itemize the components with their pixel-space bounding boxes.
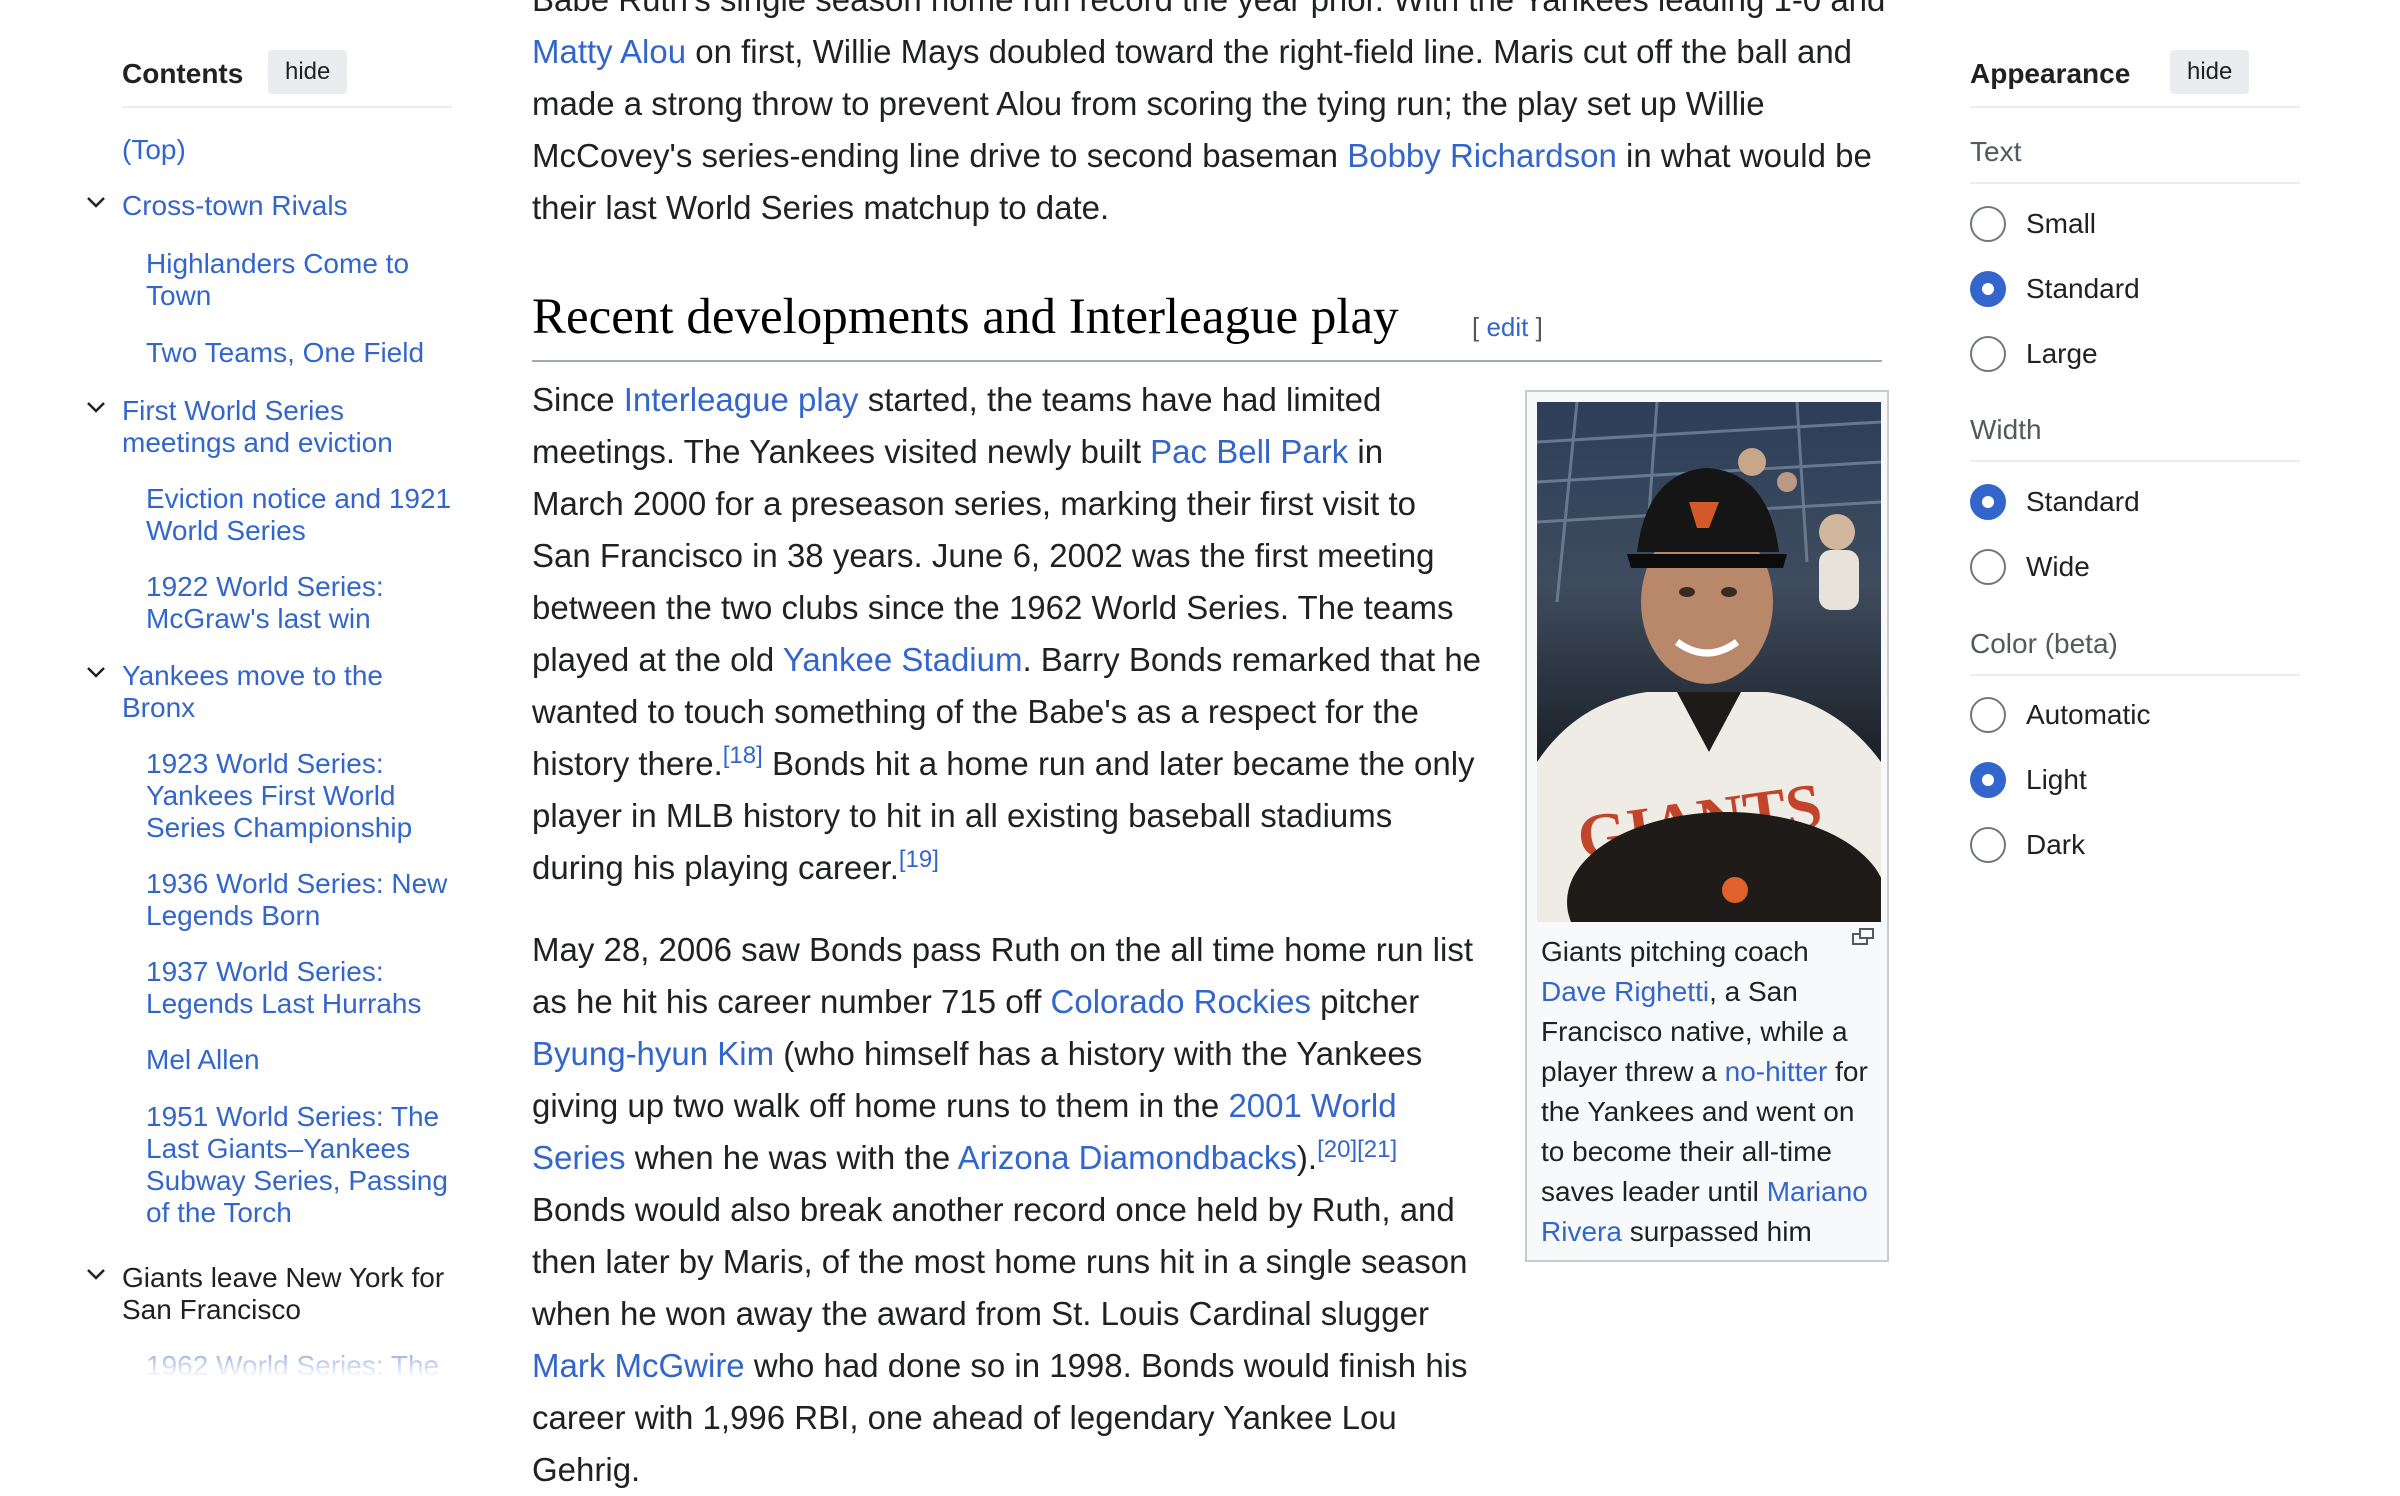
section-heading-text: Recent developments and Interleague play xyxy=(532,289,1399,345)
appearance-hide-button[interactable]: hide xyxy=(2170,50,2250,94)
paragraph-text: Bonds would also break another record on… xyxy=(532,1191,1468,1332)
paragraph-interleague: Since Interleague play started, the team… xyxy=(532,374,1482,894)
edit-bracket: [ xyxy=(1472,312,1480,342)
link-colorado-rockies[interactable]: Colorado Rockies xyxy=(1051,983,1311,1020)
link-byung-hyun-kim[interactable]: Byung-hyun Kim xyxy=(532,1035,774,1072)
link-matty-alou[interactable]: Matty Alou xyxy=(532,33,686,70)
text-size-option-label: Standard xyxy=(2026,273,2140,304)
toc-item-1923-world-series[interactable]: 1923 World Series: Yankees First World S… xyxy=(146,748,456,844)
toc-item-1936-world-series[interactable]: 1936 World Series: New Legends Born xyxy=(146,868,456,932)
radio-checked-icon[interactable] xyxy=(1970,762,2006,798)
width-option-label: Wide xyxy=(2026,551,2090,582)
toc-item-1937-world-series[interactable]: 1937 World Series: Legends Last Hurrahs xyxy=(146,956,456,1020)
width-option-label: Standard xyxy=(2026,486,2140,517)
link-bobby-richardson[interactable]: Bobby Richardson xyxy=(1347,137,1617,174)
reference-19[interactable]: [19] xyxy=(899,846,939,873)
toc-header: Contents hide xyxy=(122,50,452,108)
paragraph-1962-series: Babe Ruth's single season home run recor… xyxy=(532,0,1892,234)
toc-item-mel-allen[interactable]: Mel Allen xyxy=(146,1044,456,1076)
color-label: Color (beta) xyxy=(1970,628,2300,676)
toc-item-top[interactable]: (Top) xyxy=(122,134,452,166)
link-arizona-diamondbacks[interactable]: Arizona Diamondbacks xyxy=(958,1139,1297,1176)
link-mark-mcgwire[interactable]: Mark McGwire xyxy=(532,1347,745,1384)
radio-unchecked-icon[interactable] xyxy=(1970,697,2006,733)
text-size-label: Text xyxy=(1970,136,2300,184)
paragraph-text: when he was with the xyxy=(625,1139,958,1176)
appearance-title: Appearance xyxy=(1970,58,2131,89)
toc-title: Contents xyxy=(122,58,244,89)
toc-item-eviction-notice[interactable]: Eviction notice and 1921 World Series xyxy=(146,483,456,547)
toc-hide-button[interactable]: hide xyxy=(268,50,348,94)
color-option-light[interactable]: Light xyxy=(1970,762,2300,802)
paragraph-text: pitcher xyxy=(1311,983,1420,1020)
toc-item-first-world-series[interactable]: First World Series meetings and eviction xyxy=(122,395,452,459)
radio-unchecked-icon[interactable] xyxy=(1970,336,2006,372)
color-option-dark[interactable]: Dark xyxy=(1970,827,2300,867)
chevron-down-icon[interactable] xyxy=(84,395,108,419)
color-option-automatic[interactable]: Automatic xyxy=(1970,697,2300,737)
toc-item-1922-world-series[interactable]: 1922 World Series: McGraw's last win xyxy=(146,571,456,635)
toc-item-1951-world-series[interactable]: 1951 World Series: The Last Giants–Yanke… xyxy=(146,1101,456,1229)
link-dave-righetti[interactable]: Dave Righetti xyxy=(1541,976,1709,1007)
edit-bracket: ] xyxy=(1535,312,1543,342)
toc-item-yankees-bronx[interactable]: Yankees move to the Bronx xyxy=(122,660,452,724)
radio-checked-icon[interactable] xyxy=(1970,484,2006,520)
paragraph-text: Since xyxy=(532,381,624,418)
table-of-contents: Contents hide (Top) Cross-town Rivals Hi… xyxy=(0,0,470,1398)
text-size-option-label: Small xyxy=(2026,208,2097,239)
text-size-option-standard[interactable]: Standard xyxy=(1970,271,2300,311)
chevron-down-icon[interactable] xyxy=(84,660,108,684)
toc-item-cross-town-rivals[interactable]: Cross-town Rivals xyxy=(122,190,452,222)
chevron-down-icon[interactable] xyxy=(84,1262,108,1286)
radio-unchecked-icon[interactable] xyxy=(1970,206,2006,242)
reference-20[interactable]: [20] xyxy=(1317,1136,1357,1163)
edit-section: [ edit ] xyxy=(1472,312,1543,343)
toc-item-1962-world-series[interactable]: 1962 World Series: The xyxy=(146,1350,456,1382)
link-yankee-stadium[interactable]: Yankee Stadium xyxy=(783,641,1023,678)
toc-item-highlanders[interactable]: Highlanders Come to Town xyxy=(146,248,456,312)
width-label: Width xyxy=(1970,414,2300,462)
color-option-label: Automatic xyxy=(2026,699,2151,730)
caption-text: Giants pitching coach xyxy=(1541,936,1809,967)
color-option-label: Dark xyxy=(2026,829,2086,860)
color-option-label: Light xyxy=(2026,764,2087,795)
section-heading: Recent developments and Interleague play… xyxy=(532,280,1882,362)
link-pac-bell-park[interactable]: Pac Bell Park xyxy=(1150,433,1348,470)
appearance-header: Appearance hide xyxy=(1970,50,2300,108)
link-interleague-play[interactable]: Interleague play xyxy=(624,381,859,418)
paragraph-text: ). xyxy=(1296,1139,1318,1176)
thumbnail-figure: GIANTS Giants pitching coach Dave Righet… xyxy=(1525,390,1889,1262)
reference-21[interactable]: [21] xyxy=(1357,1136,1397,1163)
caption-text: surpassed him xyxy=(1621,1216,1812,1247)
chevron-down-icon[interactable] xyxy=(84,190,108,214)
dave-righetti-photo[interactable]: GIANTS xyxy=(1537,402,1881,922)
width-option-standard[interactable]: Standard xyxy=(1970,484,2300,524)
edit-link[interactable]: edit xyxy=(1486,312,1528,342)
text-size-option-label: Large xyxy=(2026,338,2098,369)
text-size-option-large[interactable]: Large xyxy=(1970,336,2300,376)
text-size-option-small[interactable]: Small xyxy=(1970,206,2300,246)
radio-checked-icon[interactable] xyxy=(1970,271,2006,307)
width-option-wide[interactable]: Wide xyxy=(1970,549,2300,589)
reference-18[interactable]: [18] xyxy=(723,742,763,769)
paragraph-bonds-record: May 28, 2006 saw Bonds pass Ruth on the … xyxy=(532,924,1487,1496)
radio-unchecked-icon[interactable] xyxy=(1970,827,2006,863)
radio-unchecked-icon[interactable] xyxy=(1970,549,2006,585)
toc-item-two-teams[interactable]: Two Teams, One Field xyxy=(146,337,456,369)
thumbnail-caption: Giants pitching coach Dave Righetti, a S… xyxy=(1541,932,1877,1252)
appearance-panel: Appearance hide Text Small Standard Large … xyxy=(1970,0,2400,1398)
link-no-hitter[interactable]: no-hitter xyxy=(1725,1056,1828,1087)
toc-item-giants-leave[interactable]: Giants leave New York for San Francisco xyxy=(122,1262,452,1326)
paragraph-text: Babe Ruth's single season home run recor… xyxy=(532,0,1885,18)
